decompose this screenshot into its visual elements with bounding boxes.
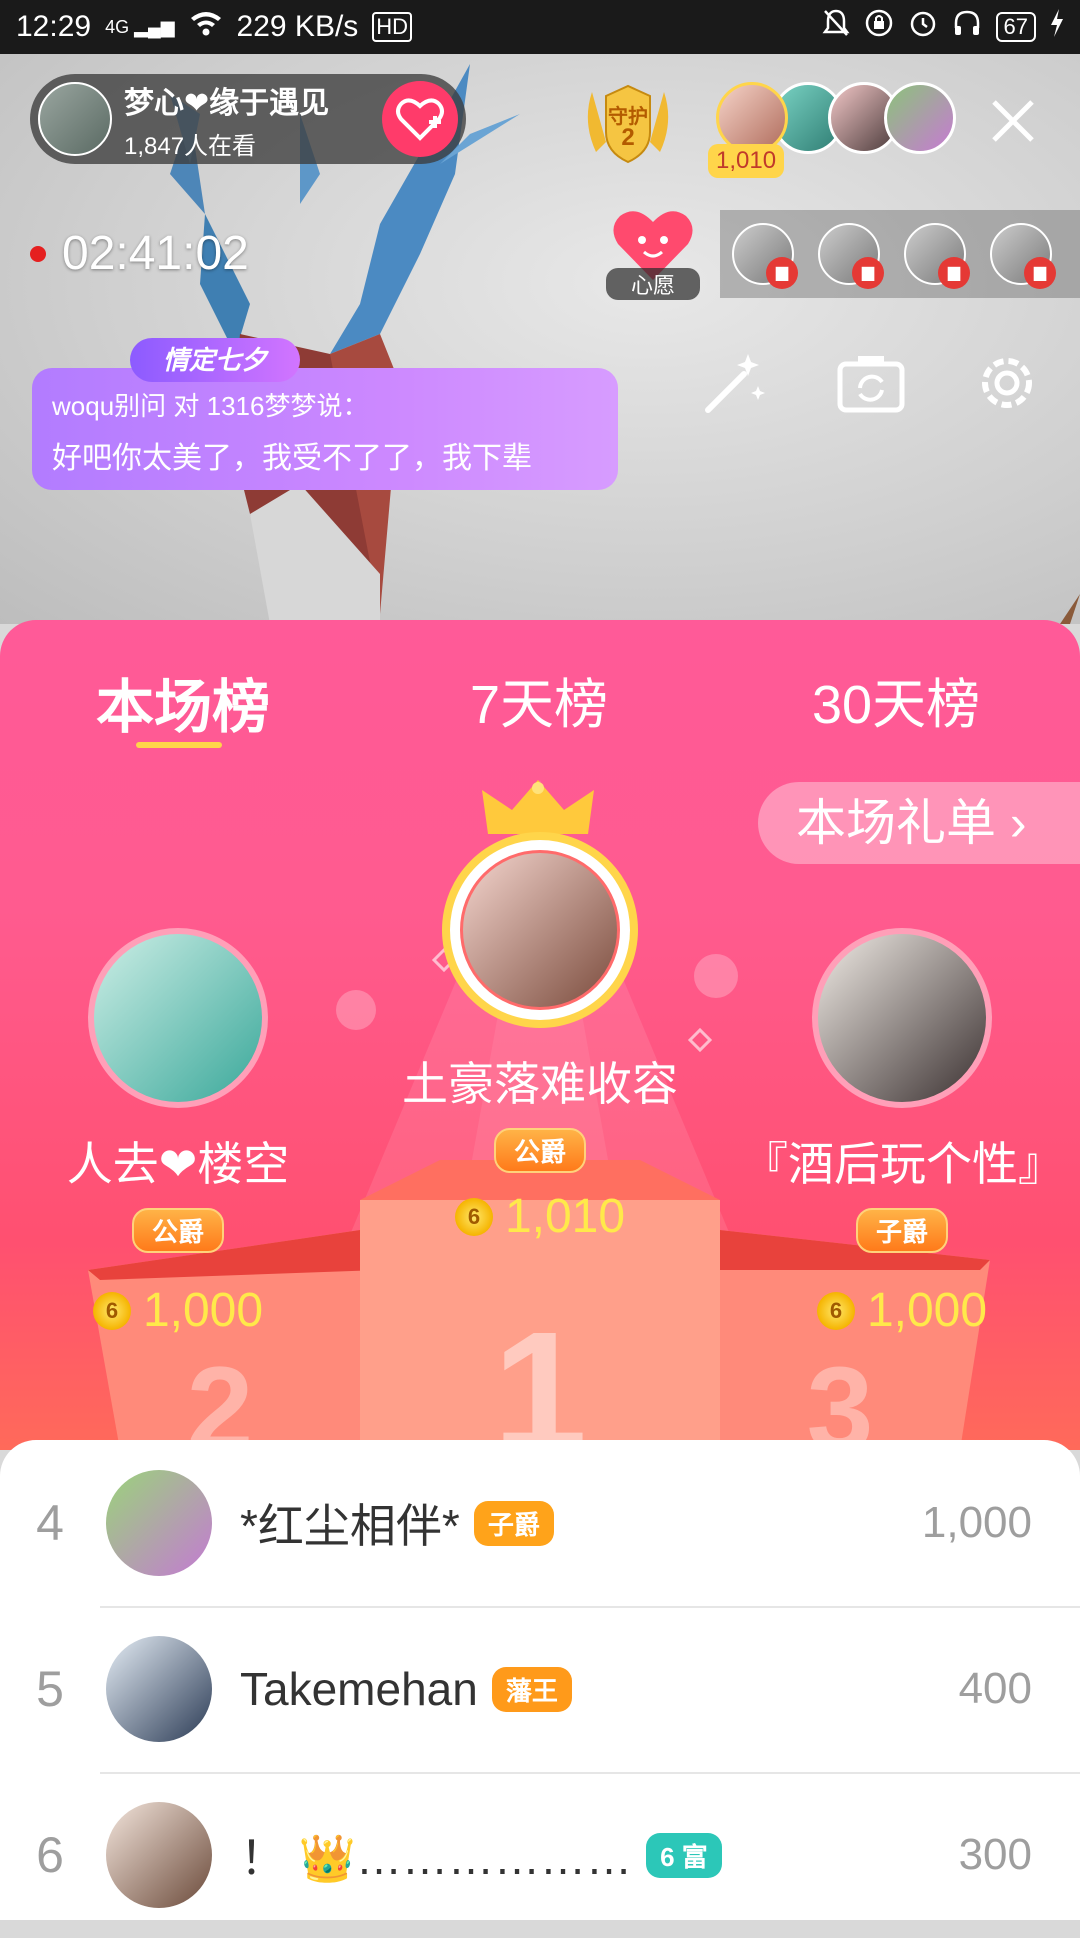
first-place[interactable]: 土豪落难收容 公爵 6 1,010 xyxy=(340,832,740,1244)
coin-icon: 6 xyxy=(816,1291,855,1330)
status-bar: 12:29 4G ▂▄▆ 229 KB/s HD 67 xyxy=(0,0,1080,54)
headphones-icon xyxy=(952,8,982,46)
third-place-title-badge: 子爵 xyxy=(855,1208,948,1253)
wealth-level-badge: 6 富 xyxy=(646,1832,722,1878)
second-place[interactable]: 人去❤楼空 公爵 6 1,000 xyxy=(28,928,328,1338)
wish-button[interactable]: 心愿 xyxy=(606,204,700,300)
coin-icon: 6 xyxy=(454,1197,493,1236)
third-place[interactable]: 『酒后玩个性』 子爵 6 1,000 xyxy=(742,928,1064,1338)
first-place-name: 土豪落难收容 xyxy=(402,1058,678,1110)
guest-seat[interactable]: ▆ xyxy=(990,223,1056,289)
avatar[interactable] xyxy=(106,1802,212,1908)
second-place-title-badge: 公爵 xyxy=(131,1208,224,1253)
podium-number-3: 3 xyxy=(807,1342,874,1450)
third-place-avatar[interactable] xyxy=(812,928,992,1108)
chat-message-bubble[interactable]: 情定七夕 woqu别问 对 1316梦梦说： 好吧你太美了，我受不了了，我下辈 xyxy=(32,338,618,490)
sofa-icon: ▆ xyxy=(1024,257,1056,289)
avatar[interactable] xyxy=(106,1636,212,1742)
gift-list-button[interactable]: 本场礼单 › xyxy=(758,782,1080,864)
recording-dot-icon xyxy=(30,245,46,262)
tab-30-days[interactable]: 30天榜 xyxy=(812,660,980,739)
rank-number: 5 xyxy=(36,1661,64,1717)
title-badge: 子爵 xyxy=(473,1500,554,1546)
coin-icon: 6 xyxy=(92,1291,131,1330)
podium-number-1: 1 xyxy=(493,1297,588,1450)
tab-current-session[interactable]: 本场榜 xyxy=(96,660,270,744)
heart-plus-icon xyxy=(396,98,444,141)
user-name: Takemehan xyxy=(240,1663,478,1715)
battery-indicator: 67 xyxy=(995,12,1036,42)
guard-button[interactable]: 守护 2 xyxy=(582,82,674,166)
network-speed: 229 KB/s xyxy=(236,10,359,43)
hd-icon: HD xyxy=(372,12,413,42)
charging-icon xyxy=(1050,9,1064,45)
close-icon xyxy=(992,100,1034,142)
third-place-coins: 6 1,000 xyxy=(742,1283,1062,1338)
user-name: *红尘相伴* xyxy=(240,1500,460,1552)
ranking-list: 4 *红尘相伴* 子爵 1,000 5 Takemehan 藩王 400 6 ！… xyxy=(0,1440,1080,1920)
chat-event-tag: 情定七夕 xyxy=(130,338,300,382)
first-place-title-badge: 公爵 xyxy=(493,1128,586,1173)
list-item[interactable]: 5 Takemehan 藩王 400 xyxy=(0,1606,1080,1772)
top-viewers[interactable]: 1,010 xyxy=(708,82,956,178)
sofa-icon: ▆ xyxy=(852,257,884,289)
podium-number-2: 2 xyxy=(187,1342,254,1450)
guest-seat[interactable]: ▆ xyxy=(818,223,884,289)
top-viewer-avatar-4[interactable] xyxy=(884,82,956,154)
network-icon: 4G ▂▄▆ xyxy=(105,16,175,37)
guest-seat[interactable]: ▆ xyxy=(732,223,798,289)
score: 300 xyxy=(958,1830,1032,1879)
guest-seat[interactable]: ▆ xyxy=(904,223,970,289)
rank-number: 4 xyxy=(36,1495,64,1551)
chat-text: 好吧你太美了，我受不了了，我下辈 xyxy=(52,442,532,475)
sofa-icon: ▆ xyxy=(766,257,798,289)
follow-heart-button[interactable] xyxy=(382,81,458,157)
chat-sender: woqu别问 对 1316梦梦说： xyxy=(52,391,369,421)
viewer-count: 1,847人在看 xyxy=(124,132,257,160)
second-place-avatar[interactable] xyxy=(88,928,268,1108)
magic-wand-icon xyxy=(705,354,765,413)
guest-seats: ▆ ▆ ▆ ▆ xyxy=(720,210,1080,298)
host-name: 梦心❤缘于遇见 xyxy=(124,86,330,120)
live-timer-text: 02:41:02 xyxy=(62,227,249,280)
tab-7-days[interactable]: 7天榜 xyxy=(470,660,608,739)
live-timer: 02:41:02 xyxy=(30,226,249,281)
active-tab-indicator xyxy=(136,742,222,748)
switch-camera-icon xyxy=(837,356,905,413)
list-item[interactable]: 6 ！ 👑……………… 6 富 300 xyxy=(0,1772,1080,1938)
second-place-coins: 6 1,000 xyxy=(28,1283,328,1338)
lock-rotation-icon xyxy=(864,8,894,46)
score: 1,000 xyxy=(921,1498,1032,1547)
guard-count: 2 xyxy=(621,124,635,151)
first-place-coins: 6 1,010 xyxy=(340,1189,740,1244)
mute-icon xyxy=(822,8,850,46)
host-avatar[interactable] xyxy=(38,82,112,156)
score: 400 xyxy=(958,1664,1032,1713)
first-place-avatar[interactable] xyxy=(442,832,638,1028)
beauty-magic-button[interactable] xyxy=(700,348,770,418)
ranking-tabs: 本场榜 7天榜 30天榜 xyxy=(0,640,1080,748)
third-place-name: 『酒后玩个性』 xyxy=(742,1138,1064,1190)
title-badge: 藩王 xyxy=(491,1666,572,1712)
switch-camera-button[interactable] xyxy=(836,348,906,418)
ranking-panel: 本场榜 7天榜 30天榜 本场礼单 › 2 1 3 土豪落难收容 公爵 6 1,… xyxy=(0,620,1080,1450)
user-name: ！ 👑……………… xyxy=(240,1832,633,1884)
close-button[interactable] xyxy=(988,96,1038,146)
rank-number: 6 xyxy=(36,1827,64,1883)
list-item[interactable]: 4 *红尘相伴* 子爵 1,000 xyxy=(0,1440,1080,1606)
top-viewer-contribution: 1,010 xyxy=(708,144,785,178)
crown-icon xyxy=(482,780,594,834)
wifi-icon xyxy=(189,9,223,45)
host-info-pill[interactable]: 梦心❤缘于遇见 1,847人在看 xyxy=(30,74,466,164)
settings-button[interactable] xyxy=(972,348,1042,418)
alarm-icon xyxy=(908,8,938,46)
status-time: 12:29 xyxy=(16,10,92,43)
avatar[interactable] xyxy=(106,1470,212,1576)
wish-label: 心愿 xyxy=(606,268,700,300)
sofa-icon: ▆ xyxy=(938,257,970,289)
gear-icon xyxy=(982,358,1032,408)
second-place-name: 人去❤楼空 xyxy=(66,1138,290,1190)
